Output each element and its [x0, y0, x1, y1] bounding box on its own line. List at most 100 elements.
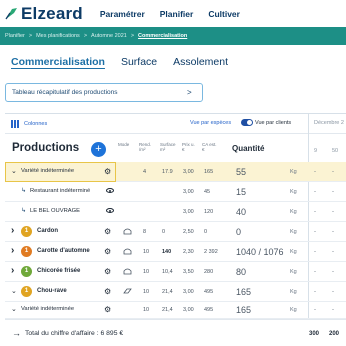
table-header: Productions + Mode Rend./m² Surface m² Pr… [5, 135, 346, 161]
eye-icon[interactable] [106, 188, 114, 193]
view-toggle[interactable] [241, 119, 253, 126]
row-prix: 3,00 [183, 289, 194, 295]
logo-text: Elzeard [21, 3, 83, 23]
row-surface: 17.9 [162, 169, 173, 175]
table-row[interactable]: › 1 Cardon ⚙ 8 0 2,50 0 0 Kg - - [5, 222, 346, 242]
breadcrumb-automne[interactable]: Automne 2021 [91, 33, 127, 39]
eye-icon[interactable] [106, 208, 114, 213]
chevron-down-icon[interactable]: ⌄ [11, 287, 17, 295]
row-unit: Kg [290, 249, 297, 255]
table-row[interactable]: ↳ LE BEL OUVRAGE 3,00 120 40 Kg - - [5, 202, 346, 222]
sub-row-arrow-icon: ↳ [21, 188, 27, 194]
view-clients-label[interactable]: Vue par clients [255, 120, 291, 126]
breadcrumb-separator: > [83, 33, 88, 39]
row-quantite[interactable]: 0 [236, 227, 241, 237]
row-quantite[interactable]: 165 [236, 305, 251, 315]
row-label: Restaurant indéterminé [30, 188, 91, 194]
table-row[interactable]: ⌄ 1 Chou-rave ⚙ 10 21,4 3,00 495 165 Kg … [5, 282, 346, 302]
row-unit: Kg [290, 289, 297, 295]
row-week-2: - [332, 169, 334, 175]
gear-icon[interactable]: ⚙ [104, 247, 111, 256]
row-prix: 2,30 [183, 249, 194, 255]
row-rend: 10 [143, 307, 150, 313]
gear-icon[interactable]: ⚙ [104, 167, 111, 176]
row-quantite[interactable]: 1040 / 1076 [236, 247, 284, 257]
row-week-2: - [332, 307, 334, 313]
table-row[interactable]: ↳ Restaurant indéterminé 3,00 45 15 Kg -… [5, 182, 346, 202]
header-rend-unit: /m² [139, 147, 146, 152]
gear-icon[interactable]: ⚙ [104, 287, 111, 296]
tab-commercialisation[interactable]: Commercialisation [11, 56, 105, 68]
row-week-1: - [314, 307, 316, 313]
row-rend: 8 [143, 229, 147, 235]
table-row[interactable]: ⌄ Variété indéterminée ⚙ 10 21,4 3,00 49… [5, 302, 346, 319]
chevron-right-icon[interactable]: › [11, 225, 14, 236]
nav-cultiver[interactable]: Cultiver [208, 9, 240, 19]
chevron-down-icon[interactable]: ⌄ [11, 305, 17, 313]
row-quantite[interactable]: 55 [236, 167, 246, 177]
row-week-1: - [314, 209, 316, 215]
main-nav: Paramétrer Planifier Cultiver [100, 9, 255, 19]
table-row[interactable]: › 1 Chicorée frisée ⚙ 10 10,4 3,50 280 8… [5, 262, 346, 282]
header-ca: CA est. € [202, 142, 217, 152]
count-badge: 1 [21, 226, 32, 237]
row-prix: 2,50 [183, 229, 194, 235]
nav-parametrer[interactable]: Paramétrer [100, 9, 145, 19]
row-label: LE BEL OUVRAGE [30, 208, 81, 214]
total-revenue-label: Total du chiffre d'affaire : 6 895 € [25, 330, 124, 337]
header-ca-unit: € [202, 147, 205, 152]
row-unit: Kg [290, 269, 297, 275]
breadcrumb-commercialisation[interactable]: Commercialisation [138, 33, 187, 39]
greenhouse-icon [123, 248, 132, 255]
row-label: Variété indéterminée [21, 306, 75, 312]
row-quantite[interactable]: 40 [236, 207, 246, 217]
row-quantite[interactable]: 80 [236, 267, 246, 277]
row-ca: 120 [204, 209, 214, 215]
logo[interactable]: Elzeard [5, 4, 83, 24]
row-unit: Kg [290, 307, 297, 313]
gear-icon[interactable]: ⚙ [104, 267, 111, 276]
chevron-right-icon[interactable]: › [11, 245, 14, 256]
row-week-2: - [332, 269, 334, 275]
count-badge: 1 [21, 246, 32, 257]
chevron-right-icon[interactable]: › [11, 265, 14, 276]
chevron-down-icon[interactable]: ⌄ [11, 167, 17, 175]
row-prix: 3,00 [183, 189, 194, 195]
row-unit: Kg [290, 229, 297, 235]
row-label: Carotte d'automne [37, 248, 90, 254]
tab-assolement[interactable]: Assolement [173, 56, 228, 68]
columns-label: Colonnes [24, 121, 48, 127]
breadcrumb-planifier[interactable]: Planifier [5, 33, 25, 39]
header-surface-unit: m² [160, 147, 166, 152]
gear-icon[interactable]: ⚙ [104, 227, 111, 236]
row-week-1: - [314, 189, 316, 195]
table-row[interactable]: › 1 Carotte d'automne ⚙ 10 140 2,30 2 39… [5, 242, 346, 262]
row-week-1: - [314, 269, 316, 275]
header-quantite: Quantité [232, 144, 265, 153]
row-ca: 2 392 [204, 249, 218, 255]
table-row[interactable]: ⌄ Variété indéterminée ⚙ 4 17.9 3,00 165… [5, 162, 346, 182]
row-surface: 140 [162, 249, 172, 255]
row-surface: 10,4 [162, 269, 173, 275]
row-quantite[interactable]: 165 [236, 287, 251, 297]
row-prix: 3,50 [183, 269, 194, 275]
breadcrumb-mes-planifications[interactable]: Mes planifications [36, 33, 80, 39]
header-week-1: 9 [314, 148, 318, 154]
recap-table-button[interactable]: Tableau récapitulatif des productions > [5, 83, 203, 102]
columns-button[interactable]: Colonnes [11, 120, 47, 128]
row-label: Chou-rave [37, 288, 67, 294]
total-week-2: 200 [329, 331, 340, 337]
total-week-1: 300 [309, 331, 320, 337]
tab-surface[interactable]: Surface [121, 56, 157, 68]
greenhouse-icon [123, 268, 132, 275]
header-mode: Mode [118, 142, 130, 147]
gear-icon[interactable]: ⚙ [104, 305, 111, 314]
view-species-label[interactable]: Vue par espèces [190, 120, 231, 126]
row-ca: 495 [204, 289, 214, 295]
add-production-button[interactable]: + [91, 142, 106, 157]
breadcrumb: Planifier > Mes planifications > Automne… [0, 27, 346, 45]
row-ca: 45 [204, 189, 211, 195]
row-quantite[interactable]: 15 [236, 187, 246, 197]
nav-planifier[interactable]: Planifier [160, 9, 194, 19]
row-label: Chicorée frisée [37, 268, 81, 274]
